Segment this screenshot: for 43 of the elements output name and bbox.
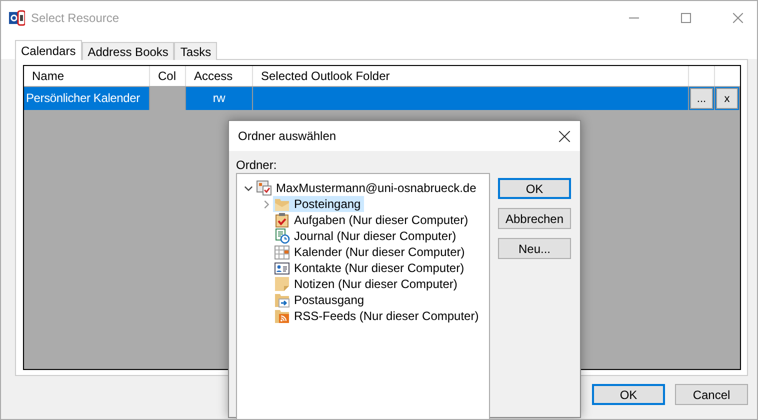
browse-button[interactable]: ...: [690, 88, 713, 109]
dialog-button[interactable]: Abbrechen: [498, 208, 571, 229]
field-label: Ordner:: [236, 158, 278, 172]
dialog-button[interactable]: OK: [498, 178, 571, 199]
tab[interactable]: Calendars: [15, 40, 82, 60]
dialog-button[interactable]: Neu...: [498, 238, 571, 259]
column-header[interactable]: Access: [186, 66, 253, 86]
dialog-button[interactable]: Cancel: [675, 384, 748, 405]
contact-card-icon: [274, 260, 290, 276]
tree-item[interactable]: Posteingang: [273, 196, 364, 212]
folder-icon: [274, 196, 290, 212]
tree-item[interactable]: Postausgang: [273, 292, 368, 308]
journal-clock-icon: [274, 228, 290, 244]
table-cell: Persönlicher Kalender: [24, 87, 150, 110]
dialog-button[interactable]: OK: [592, 384, 665, 405]
tree-item[interactable]: MaxMustermann@uni-osnabrueck.de: [255, 180, 480, 196]
clipboard-check-icon: [274, 212, 290, 228]
calendar-icon: [274, 244, 290, 260]
clear-button[interactable]: x: [716, 88, 738, 109]
column-header[interactable]: Name: [24, 66, 150, 86]
mailbox-icon: [256, 180, 272, 196]
column-header[interactable]: Col: [150, 66, 186, 86]
folder-arrow-icon: [274, 292, 290, 308]
window-title: Select Resource: [31, 11, 120, 25]
app-icon: [9, 10, 25, 26]
tree-item[interactable]: RSS-Feeds (Nur dieser Computer): [273, 308, 482, 324]
dialog-title: Ordner auswählen: [238, 129, 336, 143]
tree-item[interactable]: Journal (Nur dieser Computer): [273, 228, 460, 244]
table-row[interactable]: Persönlicher Kalender rw ... x: [24, 87, 740, 110]
close-icon[interactable]: [559, 130, 570, 142]
rss-folder-icon: [274, 308, 290, 324]
tree-item[interactable]: Notizen (Nur dieser Computer): [273, 276, 460, 292]
note-icon: [274, 276, 290, 292]
tree-item[interactable]: Aufgaben (Nur dieser Computer): [273, 212, 472, 228]
maximize-icon[interactable]: [681, 13, 691, 23]
tab[interactable]: Address Books: [82, 42, 174, 60]
tab[interactable]: Tasks: [174, 42, 218, 60]
collapse-caret-icon[interactable]: [262, 200, 270, 208]
tree-item[interactable]: Kalender (Nur dieser Computer): [273, 244, 468, 260]
table-cell: rw: [186, 87, 253, 110]
tree-item[interactable]: Kontakte (Nur dieser Computer): [273, 260, 468, 276]
column-header[interactable]: Selected Outlook Folder: [253, 66, 689, 86]
expand-caret-icon[interactable]: [244, 184, 252, 192]
